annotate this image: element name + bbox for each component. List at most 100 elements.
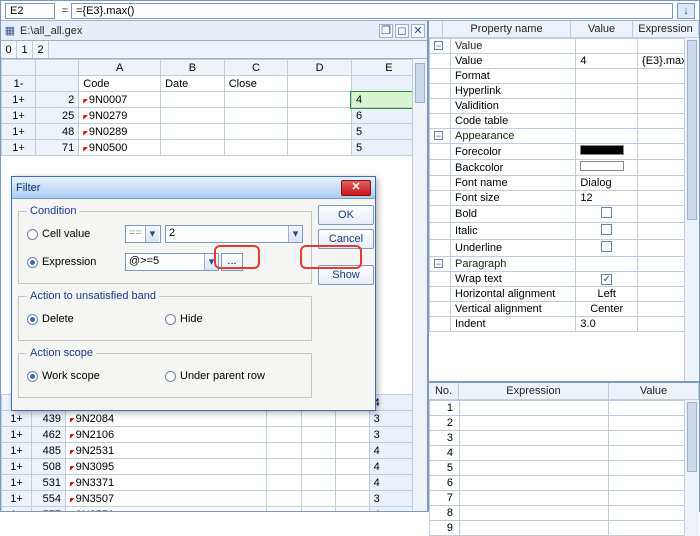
cell[interactable]: Close: [224, 76, 288, 92]
cell-op-combo[interactable]: ==▾: [125, 225, 161, 243]
exp-expr[interactable]: [460, 446, 609, 461]
cell[interactable]: ◤9N3507: [66, 491, 267, 507]
close-icon[interactable]: ✕: [341, 180, 371, 196]
cell[interactable]: ◤9N3095: [66, 459, 267, 475]
bold-checkbox[interactable]: [601, 207, 612, 218]
group-toggle[interactable]: 1+: [2, 459, 32, 475]
hide-radio[interactable]: Hide: [165, 313, 255, 325]
work-scope-radio[interactable]: Work scope: [27, 370, 117, 382]
table-row[interactable]: 1+462◤9N21063: [2, 427, 427, 443]
collapse-icon[interactable]: −: [434, 41, 443, 50]
row-number[interactable]: 554: [32, 491, 66, 507]
under-parent-radio[interactable]: Under parent row: [165, 370, 295, 382]
vertical-scrollbar[interactable]: [684, 38, 699, 381]
vertical-scrollbar[interactable]: [412, 59, 427, 511]
expression-combo[interactable]: @>=5▾: [125, 253, 219, 271]
cell-ref-box[interactable]: E2: [5, 3, 55, 19]
table-row[interactable]: 1+577◤9N35704: [2, 507, 427, 512]
table-row[interactable]: 8: [430, 506, 699, 521]
group-toggle[interactable]: 1+: [2, 427, 32, 443]
table-row[interactable]: 9: [430, 521, 699, 536]
italic-checkbox[interactable]: [601, 224, 612, 235]
table-row[interactable]: 5: [430, 461, 699, 476]
table-row[interactable]: 1+439◤9N20843: [2, 411, 427, 427]
row-header-num[interactable]: [36, 76, 79, 92]
cell[interactable]: ◤9N0500: [79, 140, 161, 156]
vertical-scrollbar[interactable]: [684, 400, 699, 536]
backcolor-swatch[interactable]: [580, 161, 624, 171]
group-toggle[interactable]: 1+: [2, 92, 36, 108]
row-number[interactable]: 485: [32, 443, 66, 459]
col-header-b[interactable]: B: [161, 60, 225, 76]
table-row[interactable]: 1+48◤9N02895: [2, 124, 427, 140]
expression-table[interactable]: 123456789: [429, 400, 699, 536]
table-row[interactable]: 1+554◤9N35073: [2, 491, 427, 507]
row-number[interactable]: 508: [32, 459, 66, 475]
cell[interactable]: ◤9N2106: [66, 427, 267, 443]
cell[interactable]: Code: [79, 76, 161, 92]
row-number[interactable]: 462: [32, 427, 66, 443]
exp-expr[interactable]: [460, 461, 609, 476]
cell[interactable]: Date: [161, 76, 225, 92]
row-number[interactable]: 25: [36, 108, 79, 124]
spreadsheet[interactable]: A B C D E 1- Code Date Close 1+2◤9N00074…: [1, 59, 427, 156]
exp-expr[interactable]: [460, 416, 609, 431]
group-toggle[interactable]: 1+: [2, 411, 32, 427]
cell[interactable]: ◤9N3570: [66, 507, 267, 512]
table-row[interactable]: 1+25◤9N02796: [2, 108, 427, 124]
exp-expr[interactable]: [460, 401, 609, 416]
cell-value-combo[interactable]: 2▾: [165, 225, 303, 243]
col-header-a[interactable]: A: [79, 60, 161, 76]
col-header-blank2[interactable]: [36, 60, 79, 76]
exp-expr[interactable]: [460, 491, 609, 506]
exp-expr[interactable]: [460, 476, 609, 491]
forecolor-swatch[interactable]: [580, 145, 624, 155]
ok-button[interactable]: OK: [318, 205, 374, 225]
group-toggle[interactable]: 1+: [2, 443, 32, 459]
collapse-icon[interactable]: −: [434, 259, 443, 268]
row-number[interactable]: 48: [36, 124, 79, 140]
row-number[interactable]: 2: [36, 92, 79, 108]
cell[interactable]: ◤9N3371: [66, 475, 267, 491]
scrollbar-thumb[interactable]: [687, 402, 697, 472]
table-row[interactable]: 1+71◤9N05005: [2, 140, 427, 156]
row-number[interactable]: 531: [32, 475, 66, 491]
cell[interactable]: ◤9N0007: [79, 92, 161, 108]
formula-go-button[interactable]: ↓: [677, 3, 695, 19]
formula-input[interactable]: ={E3}.max(): [71, 3, 673, 19]
group-toggle[interactable]: 1+: [2, 475, 32, 491]
group-toggle[interactable]: 1+: [2, 140, 36, 156]
col-header-d[interactable]: D: [288, 60, 352, 76]
group-toggle[interactable]: 1+: [2, 108, 36, 124]
table-row[interactable]: 2: [430, 416, 699, 431]
table-row[interactable]: 3: [430, 431, 699, 446]
table-row[interactable]: 7: [430, 491, 699, 506]
col-header-blank1[interactable]: [2, 60, 36, 76]
cell[interactable]: ◤9N0289: [79, 124, 161, 140]
underline-checkbox[interactable]: [601, 241, 612, 252]
row-number[interactable]: 71: [36, 140, 79, 156]
group-toggle[interactable]: 1+: [2, 491, 32, 507]
col-header-c[interactable]: C: [224, 60, 288, 76]
delete-radio[interactable]: Delete: [27, 313, 117, 325]
cell[interactable]: ◤9N2084: [66, 411, 267, 427]
table-row[interactable]: 1+2◤9N00074: [2, 92, 427, 108]
sheet-tab-1[interactable]: 1: [17, 41, 33, 58]
exp-expr[interactable]: [460, 431, 609, 446]
row-header-collapse[interactable]: 1-: [2, 76, 36, 92]
scrollbar-thumb[interactable]: [415, 63, 425, 103]
table-row[interactable]: 1: [430, 401, 699, 416]
property-table[interactable]: −Value Value4{E3}.max() Format Hyperlink…: [429, 38, 699, 332]
expression-radio[interactable]: Expression: [27, 256, 117, 268]
sheet-tab-0[interactable]: 0: [1, 41, 17, 58]
restore-icon[interactable]: ❐: [379, 24, 393, 38]
table-row[interactable]: 4: [430, 446, 699, 461]
table-row[interactable]: 1+485◤9N25314: [2, 443, 427, 459]
cell[interactable]: ◤9N0279: [79, 108, 161, 124]
maximize-icon[interactable]: ◻: [395, 24, 409, 38]
cell-value-radio[interactable]: Cell value: [27, 228, 117, 240]
group-toggle[interactable]: 1+: [2, 507, 32, 512]
cell[interactable]: [288, 76, 352, 92]
exp-expr[interactable]: [460, 506, 609, 521]
table-row[interactable]: 6: [430, 476, 699, 491]
